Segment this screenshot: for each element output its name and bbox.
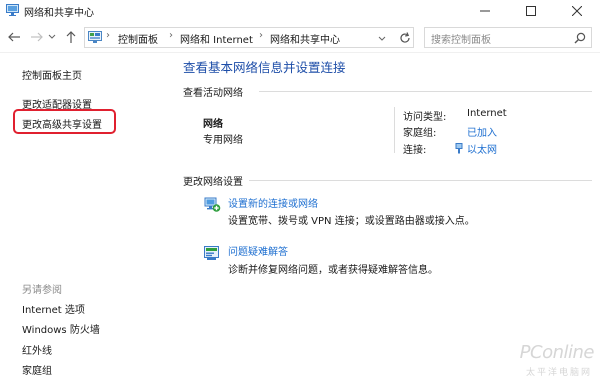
connections-label: 连接: bbox=[403, 145, 427, 156]
minimize-icon bbox=[480, 10, 490, 12]
search-icon[interactable] bbox=[574, 32, 586, 44]
change-network-settings-heading: 更改网络设置 bbox=[183, 177, 243, 188]
homegroup-joined-link[interactable]: 已加入 bbox=[467, 124, 497, 139]
page-title: 查看基本网络信息并设置连接 bbox=[183, 60, 346, 75]
refresh-icon[interactable] bbox=[398, 31, 412, 45]
address-bar: › 控制面板 › 网络和 Internet › 网络和共享中心 搜索控制面板 bbox=[0, 22, 600, 53]
network-name: 网络 bbox=[203, 119, 223, 130]
minimize-button[interactable] bbox=[462, 0, 508, 22]
chevron-down-icon bbox=[48, 34, 56, 39]
close-button[interactable] bbox=[554, 0, 600, 22]
troubleshoot-problems-link[interactable]: 问题疑难解答 bbox=[228, 243, 288, 258]
search-field[interactable]: 搜索控制面板 bbox=[424, 27, 592, 48]
active-networks-heading: 查看活动网络 bbox=[183, 88, 243, 99]
breadcrumb-network-sharing-center[interactable]: 网络和共享中心 bbox=[270, 31, 340, 46]
title-bar: 网络和共享中心 bbox=[0, 0, 600, 22]
watermark: PConline 太平洋电脑网 bbox=[498, 340, 598, 386]
address-dropdown-icon[interactable] bbox=[377, 34, 387, 44]
breadcrumb-separator: › bbox=[259, 30, 263, 41]
setup-new-connection-link[interactable]: 设置新的连接或网络 bbox=[228, 195, 318, 210]
address-field[interactable]: › 控制面板 › 网络和 Internet › 网络和共享中心 bbox=[84, 27, 414, 48]
homegroup-link[interactable]: 家庭组 bbox=[22, 362, 52, 377]
arrow-right-icon bbox=[31, 32, 43, 42]
access-type-value: Internet bbox=[467, 108, 507, 119]
vertical-divider bbox=[394, 107, 395, 153]
infrared-link[interactable]: 红外线 bbox=[22, 342, 52, 357]
ethernet-icon bbox=[455, 143, 463, 154]
left-pane: 控制面板主页 更改适配器设置 更改高级共享设置 另请参阅 Internet 选项… bbox=[0, 53, 165, 391]
network-type: 专用网络 bbox=[203, 135, 243, 146]
up-button[interactable] bbox=[64, 30, 78, 44]
access-type-label: 访问类型: bbox=[403, 112, 447, 123]
section-divider bbox=[259, 91, 592, 92]
internet-options-link[interactable]: Internet 选项 bbox=[22, 301, 85, 316]
control-panel-icon bbox=[88, 31, 102, 43]
see-also-heading: 另请参阅 bbox=[22, 285, 62, 296]
watermark-brand: PConline bbox=[519, 342, 595, 363]
troubleshoot-icon bbox=[204, 246, 219, 260]
close-icon bbox=[572, 6, 582, 16]
maximize-icon bbox=[526, 6, 536, 16]
breadcrumb-control-panel[interactable]: 控制面板 bbox=[118, 31, 158, 46]
maximize-button[interactable] bbox=[508, 0, 554, 22]
ethernet-connection-link[interactable]: 以太网 bbox=[455, 141, 497, 156]
watermark-subtitle: 太平洋电脑网 bbox=[525, 368, 592, 378]
setup-new-connection-description: 设置宽带、拨号或 VPN 连接；或设置路由器或接入点。 bbox=[228, 216, 475, 227]
control-panel-home-link[interactable]: 控制面板主页 bbox=[22, 67, 82, 82]
breadcrumb-network-internet[interactable]: 网络和 Internet bbox=[180, 31, 253, 46]
window-title: 网络和共享中心 bbox=[24, 8, 94, 19]
forward-button[interactable] bbox=[30, 30, 44, 44]
search-placeholder: 搜索控制面板 bbox=[431, 35, 491, 46]
windows-firewall-link[interactable]: Windows 防火墙 bbox=[22, 321, 100, 336]
back-button[interactable] bbox=[7, 30, 21, 44]
recent-locations-button[interactable] bbox=[48, 30, 56, 44]
section-divider bbox=[249, 180, 592, 181]
ethernet-label: 以太网 bbox=[467, 145, 497, 156]
homegroup-label: 家庭组: bbox=[403, 128, 437, 139]
troubleshoot-problems-description: 诊断并修复网络问题，或者获得疑难解答信息。 bbox=[228, 265, 438, 276]
breadcrumb-separator: › bbox=[169, 30, 173, 41]
arrow-left-icon bbox=[8, 32, 20, 42]
highlight-annotation bbox=[13, 109, 116, 134]
arrow-up-icon bbox=[66, 31, 76, 43]
new-connection-icon bbox=[204, 197, 221, 212]
breadcrumb-separator: › bbox=[106, 30, 110, 41]
network-center-icon bbox=[6, 4, 19, 16]
